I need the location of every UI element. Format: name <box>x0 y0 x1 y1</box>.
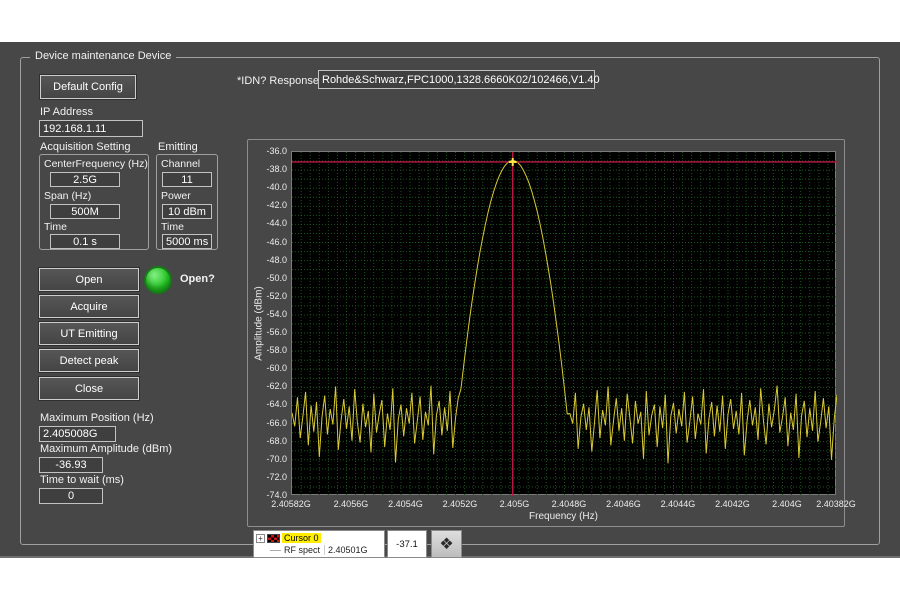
acquisition-time-label: Time <box>44 221 67 233</box>
cursor-name[interactable]: Cursor 0 <box>282 533 321 543</box>
x-tick: 2.4046G <box>593 499 653 509</box>
cursor-legend-table[interactable]: + Cursor 0 RF spect 2.40501G <box>253 530 385 558</box>
time-to-wait-input[interactable] <box>39 488 103 504</box>
y-tick: -64.0 <box>248 399 287 409</box>
detect-peak-button[interactable]: Detect peak <box>39 349 139 372</box>
y-tick: -72.0 <box>248 472 287 482</box>
groupbox-title: Device maintenance Device <box>30 50 176 62</box>
x-tick: 2.4042G <box>702 499 762 509</box>
max-position-value: 2.405008G <box>39 426 116 442</box>
ip-address-label: IP Address <box>40 106 93 118</box>
y-tick: -38.0 <box>248 164 287 174</box>
x-tick: 2.40382G <box>806 499 866 509</box>
cursor-legend: + Cursor 0 RF spect 2.40501G -37.1 ❖ <box>253 530 462 558</box>
y-tick: -66.0 <box>248 418 287 428</box>
y-tick: -36.0 <box>248 146 287 156</box>
y-tick: -54.0 <box>248 309 287 319</box>
acquire-button[interactable]: Acquire <box>39 295 139 318</box>
emitting-time-label: Time <box>161 221 184 233</box>
y-tick: -70.0 <box>248 454 287 464</box>
max-position-label: Maximum Position (Hz) <box>40 412 154 424</box>
y-tick: -58.0 <box>248 345 287 355</box>
idn-response-value: Rohde&Schwarz,FPC1000,1328.6660K02/10246… <box>318 70 595 89</box>
y-tick: -62.0 <box>248 381 287 391</box>
cursor-x-value[interactable]: 2.40501G <box>324 545 368 555</box>
open-led-indicator <box>144 266 172 294</box>
cursor-mover-icon: ❖ <box>439 534 453 554</box>
open-led-label: Open? <box>180 273 215 285</box>
y-tick: -40.0 <box>248 182 287 192</box>
x-tick: 2.4056G <box>321 499 381 509</box>
x-tick: 2.40582G <box>261 499 321 509</box>
max-amplitude-value: -36.93 <box>39 457 103 473</box>
ip-address-input[interactable] <box>39 120 143 137</box>
x-axis-label: Frequency (Hz) <box>291 511 836 522</box>
plot-line-sample-icon <box>270 550 281 551</box>
open-button[interactable]: Open <box>39 268 139 291</box>
acquisition-time-input[interactable] <box>50 234 120 249</box>
y-tick: -48.0 <box>248 255 287 265</box>
close-button[interactable]: Close <box>39 377 139 400</box>
cursor-mover-button[interactable]: ❖ <box>431 530 462 558</box>
span-label: Span (Hz) <box>44 190 91 202</box>
acquisition-setting-label: Acquisition Setting <box>40 141 131 153</box>
expander-icon[interactable]: + <box>256 534 265 543</box>
max-amplitude-label: Maximum Amplitude (dBm) <box>40 443 172 455</box>
y-tick: -52.0 <box>248 291 287 301</box>
x-tick: 2.4048G <box>539 499 599 509</box>
idn-response-label: *IDN? Response <box>237 75 319 87</box>
spectrum-graph: Amplitude (dBm) -36.0 -38.0 -40.0 -42.0 -44.… <box>247 139 845 527</box>
acquisition-groupbox: CenterFrequency (Hz) Span (Hz) Time <box>39 154 149 250</box>
emitting-groupbox: Channel Power Time <box>156 154 218 250</box>
default-config-button[interactable]: Default Config <box>40 75 136 99</box>
channel-input[interactable] <box>162 172 212 187</box>
plot-area[interactable] <box>291 151 836 495</box>
power-label: Power <box>161 190 191 202</box>
y-axis-label: Amplitude (dBm) <box>254 224 265 424</box>
center-frequency-label: CenterFrequency (Hz) <box>44 158 148 170</box>
y-tick: -60.0 <box>248 363 287 373</box>
x-tick: 2.4044G <box>648 499 708 509</box>
power-input[interactable] <box>162 204 212 219</box>
y-tick: -68.0 <box>248 436 287 446</box>
y-tick: -56.0 <box>248 327 287 337</box>
time-to-wait-label: Time to wait (ms) <box>40 474 124 486</box>
y-tick: -44.0 <box>248 218 287 228</box>
center-frequency-input[interactable] <box>50 172 120 187</box>
y-tick: -42.0 <box>248 200 287 210</box>
channel-label: Channel <box>161 158 200 170</box>
x-tick: 2.405G <box>484 499 544 509</box>
cursor-y-value[interactable]: -37.1 <box>387 530 427 558</box>
cursor-plot-name[interactable]: RF spect <box>284 545 320 555</box>
x-tick: 2.4052G <box>430 499 490 509</box>
main-panel: Device maintenance Device Default Config… <box>0 42 900 558</box>
emitting-time-input[interactable] <box>162 234 212 249</box>
x-tick: 2.4054G <box>375 499 435 509</box>
emitting-label: Emitting <box>158 141 198 153</box>
plot-thumbnail-icon <box>267 534 280 543</box>
y-tick: -50.0 <box>248 273 287 283</box>
ut-emitting-button[interactable]: UT Emitting <box>39 322 139 345</box>
span-input[interactable] <box>50 204 120 219</box>
y-tick: -46.0 <box>248 237 287 247</box>
